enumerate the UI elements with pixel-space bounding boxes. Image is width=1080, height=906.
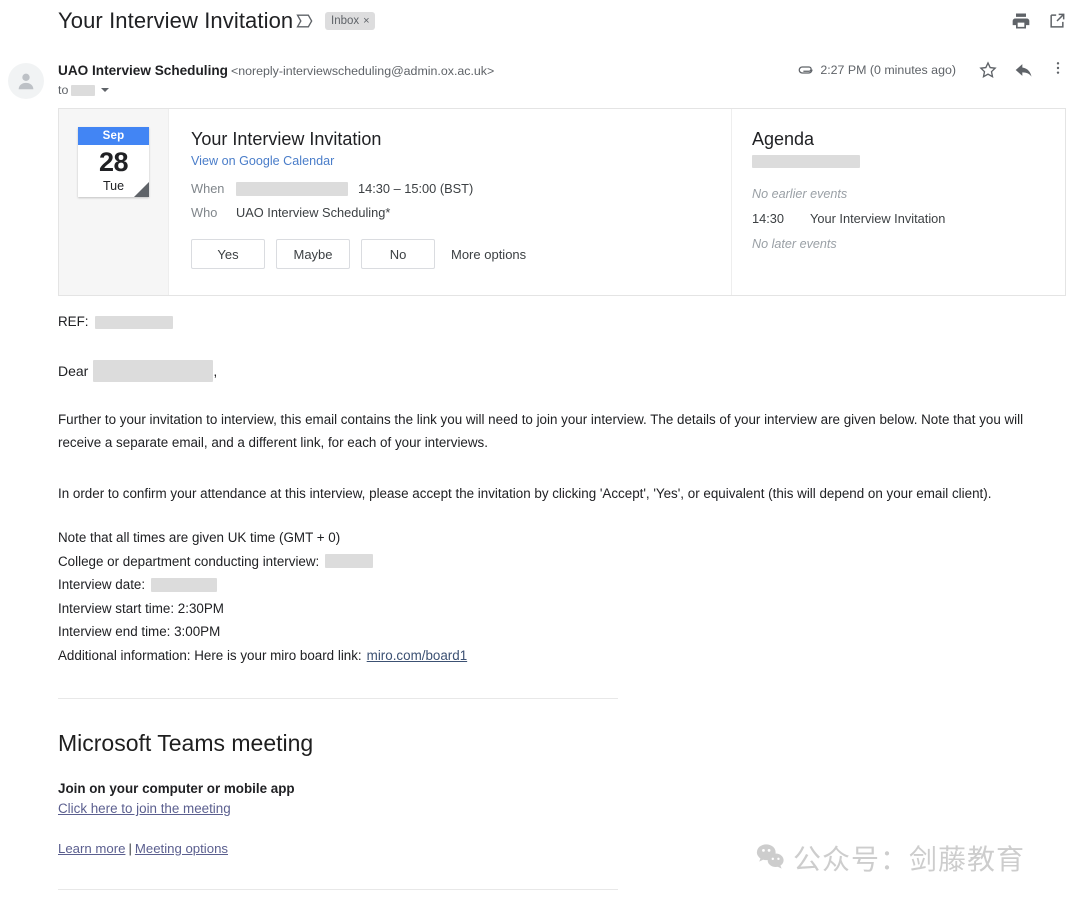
agenda-date-redaction xyxy=(752,155,860,169)
name-redaction xyxy=(93,360,214,382)
interview-detail-list: Note that all times are given UK time (G… xyxy=(58,526,467,667)
page-fold-icon xyxy=(134,182,149,197)
agenda-event-title: Your Interview Invitation xyxy=(810,211,946,226)
agenda-no-later-events: No later events xyxy=(752,237,837,251)
open-in-new-window-icon[interactable] xyxy=(1047,11,1067,31)
recipient-row[interactable]: to xyxy=(58,82,110,98)
body-paragraph-1: Further to your invitation to interview,… xyxy=(58,412,1024,450)
view-on-google-calendar-link[interactable]: View on Google Calendar xyxy=(191,152,334,170)
label-chip-text: Inbox xyxy=(331,15,360,27)
watermark-text: 公众号：剑藤教育 xyxy=(793,843,1026,876)
sender-name[interactable]: UAO Interview Scheduling xyxy=(58,63,228,78)
star-icon[interactable] xyxy=(978,60,998,80)
detail-date-label: Interview date: xyxy=(58,577,146,592)
ref-label: REF: xyxy=(58,314,89,329)
dear-label: Dear xyxy=(58,363,89,379)
recipient-redaction xyxy=(71,84,96,96)
invite-when-row: When 14:30 – 15:00 (BST) xyxy=(191,180,731,198)
teams-join-label: Join on your computer or mobile app xyxy=(58,781,295,796)
ref-line: REF: xyxy=(58,312,173,332)
sender-email: <noreply-interviewscheduling@admin.ox.ac… xyxy=(230,64,495,78)
invite-who-label: Who xyxy=(191,205,218,220)
paperclip-icon xyxy=(797,61,815,79)
date-chip: Sep 28 Tue xyxy=(78,127,149,197)
wechat-icon xyxy=(755,841,785,876)
more-vertical-icon[interactable] xyxy=(1050,60,1066,80)
divider-top xyxy=(58,698,618,699)
invite-who-row: Who UAO Interview Scheduling* xyxy=(191,204,731,222)
rsvp-maybe-button[interactable]: Maybe xyxy=(276,239,350,269)
invite-who-value: UAO Interview Scheduling* xyxy=(236,205,391,220)
miro-board-link[interactable]: miro.com/board1 xyxy=(367,644,467,668)
print-icon[interactable] xyxy=(1011,11,1031,31)
date-chip-month: Sep xyxy=(78,127,149,145)
detail-end-time: Interview end time: 3:00PM xyxy=(58,624,221,639)
sender-line: UAO Interview Scheduling <noreply-intervi… xyxy=(58,62,494,80)
more-options-button[interactable]: More options xyxy=(451,247,526,262)
reply-icon[interactable] xyxy=(1014,60,1034,80)
detail-uk-time: Note that all times are given UK time (G… xyxy=(58,530,341,545)
link-separator: | xyxy=(128,841,132,856)
agenda-title: Agenda xyxy=(752,129,815,149)
subject-row: Your Interview Invitation Inbox × xyxy=(0,0,1080,46)
important-marker-icon[interactable] xyxy=(295,11,315,31)
calendar-invite-card: Sep 28 Tue Your Interview Invitation Vie… xyxy=(58,108,1066,296)
label-chip-inbox[interactable]: Inbox × xyxy=(325,12,375,30)
agenda-no-earlier-events: No earlier events xyxy=(752,187,848,201)
page-title: Your Interview Invitation xyxy=(58,8,294,33)
invite-date-column: Sep 28 Tue xyxy=(59,109,169,295)
to-label: to xyxy=(58,83,69,97)
invite-when-value: 14:30 – 15:00 (BST) xyxy=(236,180,473,198)
date-chip-day: 28 xyxy=(98,147,129,177)
invite-details-column: Your Interview Invitation View on Google… xyxy=(169,109,732,295)
rsvp-yes-button[interactable]: Yes xyxy=(191,239,265,269)
invite-title: Your Interview Invitation xyxy=(191,129,382,149)
divider-bottom xyxy=(58,889,618,890)
invite-when-label: When xyxy=(191,181,225,196)
invite-when-time: 14:30 – 15:00 (BST) xyxy=(358,181,474,196)
message-meta: 2:27 PM (0 minutes ago) xyxy=(797,60,1066,80)
college-redaction xyxy=(325,554,374,569)
detail-additional-label: Additional information: Here is your mir… xyxy=(58,647,362,663)
message-timestamp: 2:27 PM (0 minutes ago) xyxy=(820,63,956,77)
learn-more-link[interactable]: Learn more xyxy=(58,841,125,856)
rsvp-button-group: Yes Maybe No More options xyxy=(191,239,526,269)
body-paragraph-2: In order to confirm your attendance at t… xyxy=(58,486,992,501)
salutation-comma: , xyxy=(213,363,218,379)
invite-date-redaction xyxy=(236,182,348,196)
teams-join-link[interactable]: Click here to join the meeting xyxy=(58,800,231,818)
label-chip-remove-icon[interactable]: × xyxy=(363,15,369,27)
ref-redaction xyxy=(94,315,173,329)
agenda-column: Agenda No earlier events 14:30 Your Inte… xyxy=(732,109,1065,295)
detail-additional-row: Additional information: Here is your mir… xyxy=(58,644,467,668)
teams-sublinks: Learn more | Meeting options xyxy=(58,840,228,858)
detail-date-row: Interview date: xyxy=(58,573,467,597)
meeting-options-link[interactable]: Meeting options xyxy=(135,841,228,856)
person-icon xyxy=(18,73,34,90)
detail-college-label: College or department conducting intervi… xyxy=(58,553,320,569)
agenda-event-time: 14:30 xyxy=(752,211,785,226)
chevron-down-icon[interactable] xyxy=(101,88,110,92)
interview-date-redaction xyxy=(151,577,218,592)
detail-start-time: Interview start time: 2:30PM xyxy=(58,600,224,616)
detail-college-row: College or department conducting intervi… xyxy=(58,550,467,574)
rsvp-no-button[interactable]: No xyxy=(361,239,435,269)
salutation-line: Dear , xyxy=(58,360,217,382)
watermark: 公众号：剑藤教育 xyxy=(755,838,1025,878)
avatar xyxy=(8,63,44,99)
teams-meeting-title: Microsoft Teams meeting xyxy=(58,730,314,756)
agenda-event-row: 14:30 Your Interview Invitation xyxy=(752,210,1065,228)
